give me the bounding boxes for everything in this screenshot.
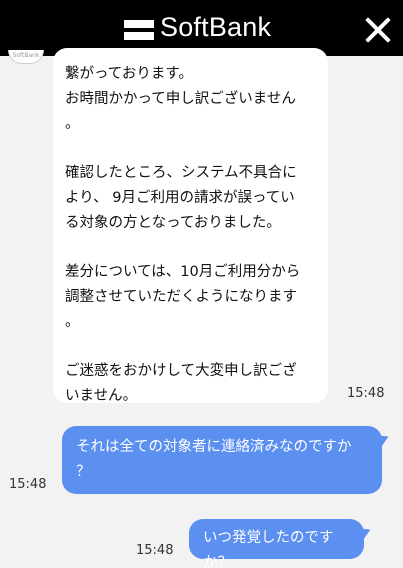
close-icon[interactable] [364,16,392,44]
message-line: いません。 [65,388,138,404]
user-message-bubble: それは全ての対象者に連絡済みなのですか ？ [62,426,392,494]
message-line: より、 9月ご利用の請求が誤ってい [65,190,295,206]
message-line: ？ [76,464,91,480]
message-timestamp: 15:48 [347,386,385,401]
avatar: SoftBank [8,50,44,64]
message-line: いつ発覚したのですか？ [203,530,334,568]
message-line: 繋がっております。 [65,66,193,82]
agent-message-bubble: 繋がっております。 お時間かかって申し訳ございません 。 確認したところ、システ… [53,48,328,404]
brand-name: SoftBank [160,12,272,42]
message-timestamp: 15:48 [9,477,47,492]
message-line: 調整させていただくようになります [65,289,297,305]
avatar-label: SoftBank [12,52,40,59]
message-line: 確認したところ、システム不具合に [65,165,297,181]
message-line: 。 [65,116,80,132]
message-line: それは全ての対象者に連絡済みなのですか [76,439,352,455]
message-line: る対象の方となっておりました。 [65,215,281,231]
message-line: お時間かかって申し訳ございません [65,91,296,107]
message-timestamp: 15:48 [136,543,174,558]
message-line: 。 [65,314,80,330]
message-line: 差分については、10月ご利用分から [65,264,301,280]
softbank-logo-icon [124,20,154,40]
message-line: ご迷惑をおかけして大変申し訳ござ [65,363,297,379]
user-message-bubble: いつ発覚したのですか？ [189,519,374,568]
